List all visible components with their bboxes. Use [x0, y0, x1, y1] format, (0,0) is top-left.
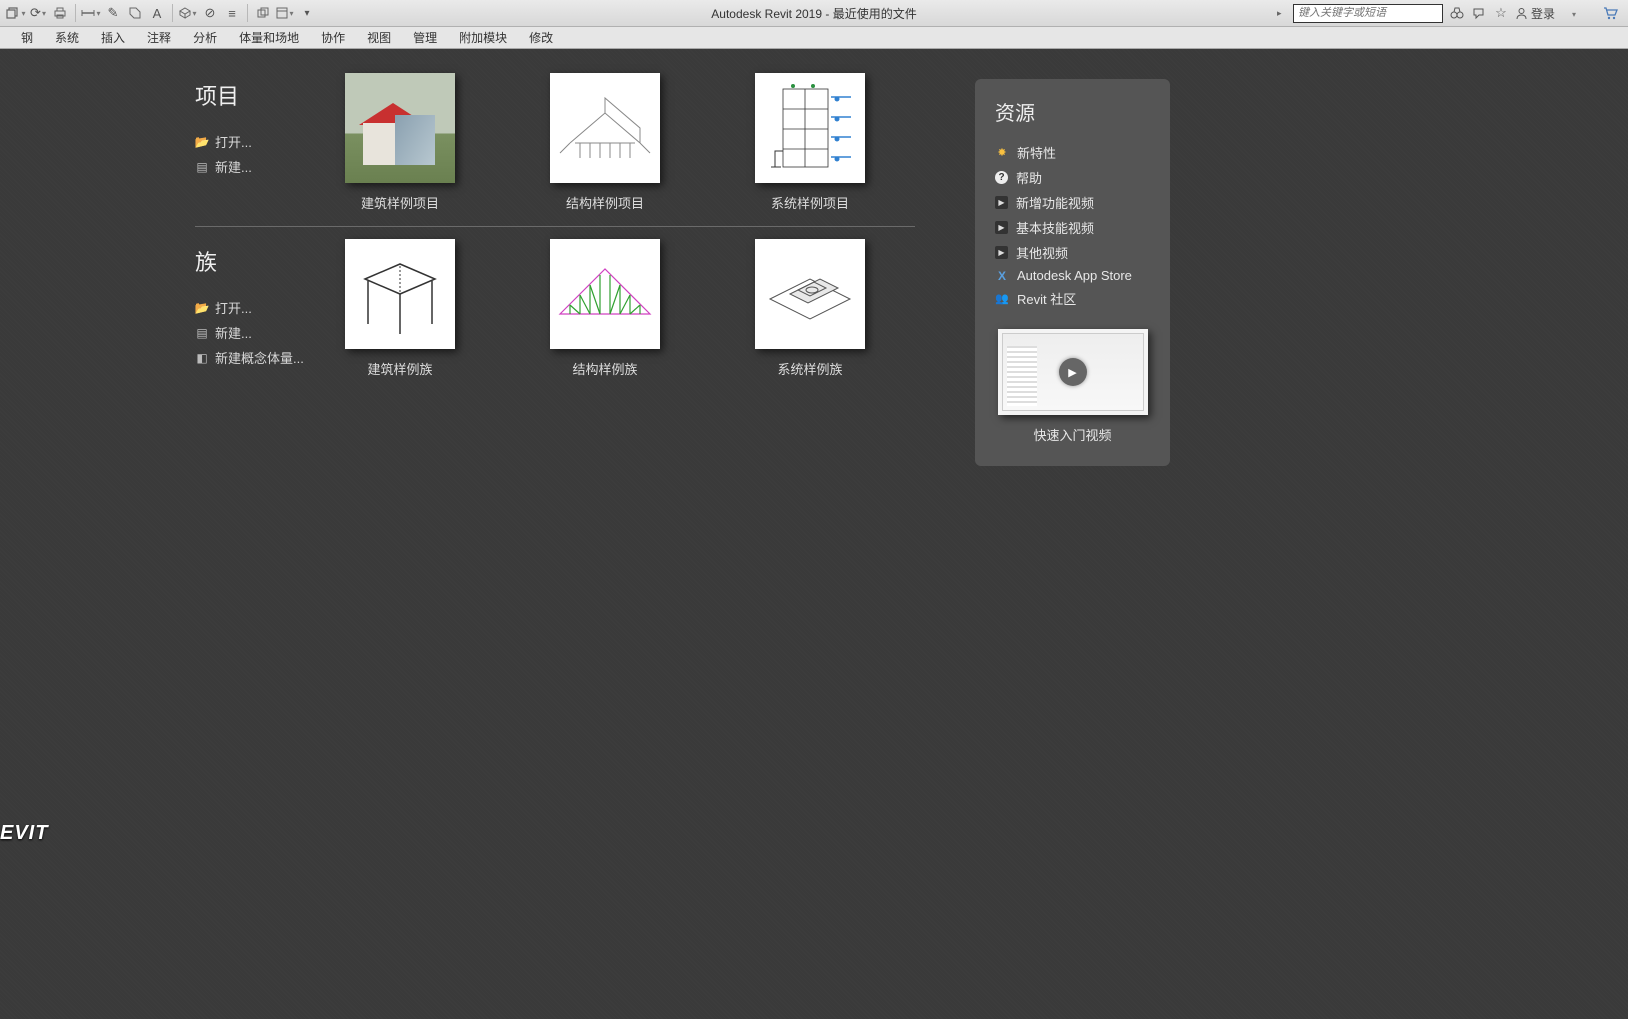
titlebar: ⟳ ✎ A ⊘ ≡ ▾ Autodesk Revit 2019 - 最近使用的文…	[0, 0, 1628, 27]
family-card-arch-label: 建筑样例族	[345, 359, 455, 378]
cart-icon[interactable]	[1602, 5, 1618, 21]
getting-started-video[interactable]: ▶	[998, 329, 1148, 415]
thinlines-icon[interactable]: ≡	[222, 3, 242, 23]
window-title: Autodesk Revit 2019 - 最近使用的文件	[711, 5, 916, 22]
text-icon[interactable]: A	[147, 3, 167, 23]
star-icon: ✸	[995, 146, 1009, 160]
resources-panel: 资源 ✸新特性 ?帮助 ▶新增功能视频 ▶基本技能视频 ▶其他视频 XAutod…	[975, 79, 1170, 466]
new-mass-label: 新建概念体量...	[215, 348, 304, 367]
ribbon-tabs: 钢 系统 插入 注释 分析 体量和场地 协作 视图 管理 附加模块 修改	[0, 27, 1628, 49]
brand-watermark: EVIT	[0, 822, 48, 845]
view3d-dropdown-icon[interactable]	[178, 3, 198, 23]
switch-window-dropdown-icon[interactable]	[275, 3, 295, 23]
tab-modify[interactable]: 修改	[518, 27, 564, 49]
tab-collaborate[interactable]: 协作	[310, 27, 356, 49]
project-card-arch[interactable]: 建筑样例项目	[345, 73, 455, 212]
projects-title: 项目	[195, 79, 345, 111]
tag-icon[interactable]	[125, 3, 145, 23]
family-card-struct-label: 结构样例族	[550, 359, 660, 378]
project-card-struct-label: 结构样例项目	[550, 193, 660, 212]
tab-view[interactable]: 视图	[356, 27, 402, 49]
open-project-label: 打开...	[215, 132, 252, 151]
help-icon: ?	[995, 171, 1008, 184]
tab-analyze[interactable]: 分析	[182, 27, 228, 49]
project-card-struct[interactable]: 结构样例项目	[550, 73, 660, 212]
res-help[interactable]: ?帮助	[995, 165, 1150, 190]
open-project-link[interactable]: 📂 打开...	[195, 129, 345, 154]
project-card-sys-label: 系统样例项目	[755, 193, 865, 212]
tab-steel[interactable]: 钢	[10, 27, 44, 49]
new-family-label: 新建...	[215, 323, 252, 342]
res-appstore[interactable]: XAutodesk App Store	[995, 265, 1150, 286]
quick-access-toolbar: ⟳ ✎ A ⊘ ≡ ▾	[0, 3, 317, 23]
folder-icon: 📂	[195, 136, 209, 148]
play-icon: ▶	[995, 196, 1008, 209]
new-project-link[interactable]: ▤ 新建...	[195, 154, 345, 179]
open-family-link[interactable]: 📂 打开...	[195, 295, 345, 320]
tab-insert[interactable]: 插入	[90, 27, 136, 49]
res-community[interactable]: 👥Revit 社区	[995, 286, 1150, 311]
close-inactive-icon[interactable]	[253, 3, 273, 23]
main-area: 项目 📂 打开... ▤ 新建... 建筑样例项目 结构样例项目	[0, 49, 1628, 1019]
project-card-arch-label: 建筑样例项目	[345, 193, 455, 212]
signin-dropdown-icon	[1558, 6, 1576, 20]
family-card-arch[interactable]: 建筑样例族	[345, 239, 455, 378]
play-icon: ▶	[995, 221, 1008, 234]
family-card-sys[interactable]: 系统样例族	[755, 239, 865, 378]
qat-customize-icon[interactable]: ▾	[297, 3, 317, 23]
binoculars-icon[interactable]	[1449, 5, 1465, 21]
comm-center-icon[interactable]	[1471, 5, 1487, 21]
print-icon[interactable]	[50, 3, 70, 23]
measure-dropdown-icon[interactable]	[81, 3, 101, 23]
user-icon	[1515, 7, 1528, 20]
play-button-icon: ▶	[1059, 358, 1087, 386]
family-card-struct[interactable]: 结构样例族	[550, 239, 660, 378]
res-video-other[interactable]: ▶其他视频	[995, 240, 1150, 265]
section-divider	[195, 226, 915, 227]
families-title: 族	[195, 245, 345, 277]
tab-massing[interactable]: 体量和场地	[228, 27, 310, 49]
community-icon: 👥	[995, 292, 1009, 306]
titlebar-right: ▸ ☆ 登录	[1277, 4, 1628, 23]
redo-dropdown-icon[interactable]: ⟳	[28, 3, 48, 23]
res-video-basic[interactable]: ▶基本技能视频	[995, 215, 1150, 240]
project-card-sys[interactable]: 系统样例项目	[755, 73, 865, 212]
signin-label: 登录	[1531, 5, 1555, 22]
new-family-link[interactable]: ▤ 新建...	[195, 320, 345, 345]
res-video-new[interactable]: ▶新增功能视频	[995, 190, 1150, 215]
resources-title: 资源	[995, 97, 1150, 126]
file-icon: ▤	[195, 327, 209, 339]
appstore-icon: X	[995, 269, 1009, 283]
tab-addins[interactable]: 附加模块	[448, 27, 518, 49]
video-label: 快速入门视频	[995, 425, 1150, 444]
open-dropdown-icon[interactable]	[6, 3, 26, 23]
open-family-label: 打开...	[215, 298, 252, 317]
folder-icon: 📂	[195, 302, 209, 314]
play-icon: ▶	[995, 246, 1008, 259]
file-icon: ▤	[195, 161, 209, 173]
family-card-sys-label: 系统样例族	[755, 359, 865, 378]
mass-icon: ◧	[195, 352, 209, 364]
new-project-label: 新建...	[215, 157, 252, 176]
res-whatsnew[interactable]: ✸新特性	[995, 140, 1150, 165]
tab-systems[interactable]: 系统	[44, 27, 90, 49]
tab-manage[interactable]: 管理	[402, 27, 448, 49]
section-icon[interactable]: ⊘	[200, 3, 220, 23]
search-input[interactable]	[1293, 4, 1443, 23]
search-arrow-icon[interactable]: ▸	[1277, 8, 1287, 18]
dimension-icon[interactable]: ✎	[103, 3, 123, 23]
favorites-icon[interactable]: ☆	[1493, 5, 1509, 21]
signin-button[interactable]: 登录	[1515, 5, 1576, 22]
tab-annotate[interactable]: 注释	[136, 27, 182, 49]
new-mass-link[interactable]: ◧ 新建概念体量...	[195, 345, 345, 370]
